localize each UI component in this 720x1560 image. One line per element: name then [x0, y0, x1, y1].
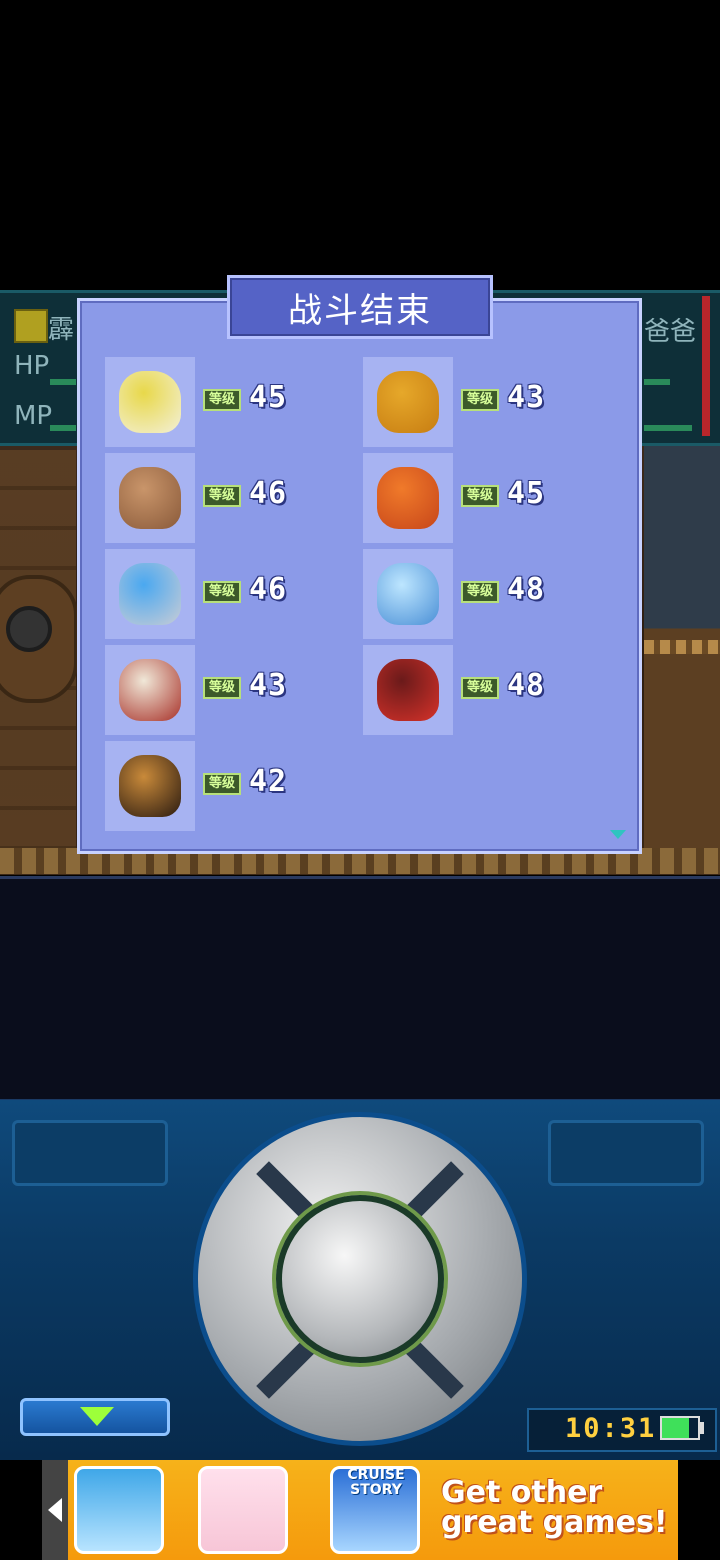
clock: 10:31 [565, 1413, 657, 1444]
chevron-down-icon [80, 1407, 114, 1426]
monster-sprite [377, 371, 439, 433]
monster-sprite [119, 467, 181, 529]
left-shoulder-button[interactable] [12, 1120, 168, 1186]
monster-sprite [119, 371, 181, 433]
level-badge: 等级 [203, 773, 241, 795]
level-value: 42 [249, 764, 288, 799]
scroll-down-icon[interactable] [610, 830, 626, 839]
monster-sprite [377, 467, 439, 529]
top-blank-area [0, 0, 720, 290]
mp-label: MP [14, 401, 53, 431]
ad-text-line2: great games! [441, 1505, 668, 1540]
ad-text[interactable]: Get other great games! [441, 1478, 668, 1538]
chevron-left-icon [48, 1498, 62, 1522]
dpad-center-button[interactable] [276, 1195, 444, 1363]
dialog-title: 战斗结束 [288, 290, 432, 331]
level-badge: 等级 [461, 677, 499, 699]
spider-monster-icon [105, 357, 195, 447]
skeleton-monster-icon [105, 645, 195, 735]
level-value: 45 [507, 476, 546, 511]
character-name-right: 爸爸 [644, 317, 697, 347]
dark-beast-monster-icon [363, 645, 453, 735]
monster-sprite [119, 563, 181, 625]
mp-bar-right [644, 425, 692, 431]
battery-tip [700, 1422, 704, 1434]
fashion-game-icon[interactable] [198, 1466, 288, 1554]
monster-sprite [119, 659, 181, 721]
right-shoulder-button[interactable] [548, 1120, 704, 1186]
monster-sprite [377, 659, 439, 721]
level-value: 46 [249, 572, 288, 607]
rocket-game-icon[interactable] [74, 1466, 164, 1554]
hp-bar-right [644, 379, 670, 385]
level-value: 48 [507, 668, 546, 703]
message-area [0, 876, 720, 1102]
monster-sprite [119, 755, 181, 817]
dialog-title-box: 战斗结束 [227, 275, 493, 339]
fire-dragon-monster-icon [363, 453, 453, 543]
level-badge: 等级 [203, 485, 241, 507]
level-badge: 等级 [203, 677, 241, 699]
level-badge: 等级 [203, 389, 241, 411]
scene-rail [644, 640, 720, 654]
level-value: 45 [249, 380, 288, 415]
cruise-game-label: CRUISE STORY [347, 1467, 405, 1498]
level-badge: 等级 [461, 581, 499, 603]
monster-sprite [377, 563, 439, 625]
box-bat-monster-icon [105, 741, 195, 831]
level-badge: 等级 [461, 389, 499, 411]
hud-red-bar [702, 296, 710, 436]
level-value: 43 [507, 380, 546, 415]
ice-dragon-monster-icon [363, 549, 453, 639]
battery-level [662, 1418, 689, 1438]
ufo-monster-icon [105, 549, 195, 639]
character-avatar [14, 309, 48, 343]
level-value: 48 [507, 572, 546, 607]
lion-monster-icon [363, 357, 453, 447]
hp-label: HP [14, 351, 50, 381]
level-value: 43 [249, 668, 288, 703]
level-value: 46 [249, 476, 288, 511]
character-name-left: 霹 [48, 315, 75, 345]
scene-porthole [6, 606, 52, 652]
ad-text-line1: Get other [441, 1475, 603, 1510]
mp-bar [50, 425, 76, 431]
level-badge: 等级 [203, 581, 241, 603]
hp-bar [50, 379, 76, 385]
level-badge: 等级 [461, 485, 499, 507]
block-face-monster-icon [105, 453, 195, 543]
